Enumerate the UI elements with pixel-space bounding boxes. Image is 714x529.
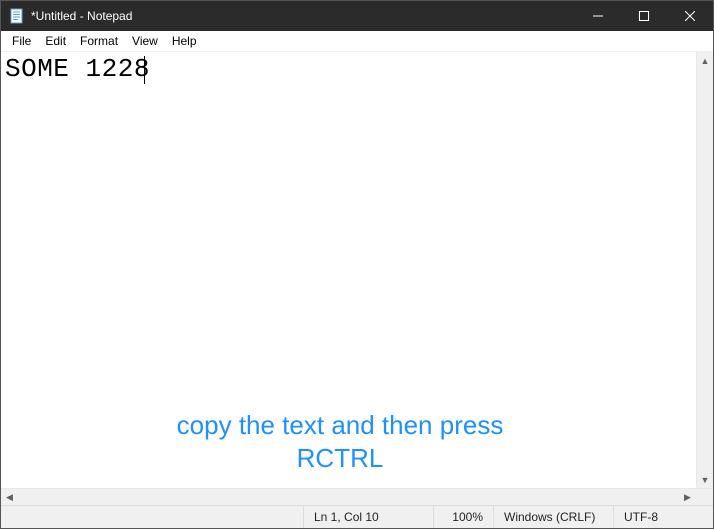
scroll-right-icon[interactable]: ▶ xyxy=(679,489,696,505)
scroll-down-icon[interactable]: ▼ xyxy=(697,471,713,488)
hscroll-track[interactable] xyxy=(18,489,679,505)
menu-file[interactable]: File xyxy=(5,32,38,50)
editor-content: SOME 1228 xyxy=(1,52,696,86)
menu-edit[interactable]: Edit xyxy=(38,32,73,50)
scroll-up-icon[interactable]: ▲ xyxy=(697,52,713,69)
text-caret xyxy=(144,56,145,84)
window-title: *Untitled - Notepad xyxy=(31,9,132,23)
scroll-left-icon[interactable]: ◀ xyxy=(1,489,18,505)
horizontal-scrollbar[interactable]: ◀ ▶ xyxy=(1,488,713,505)
minimize-button[interactable] xyxy=(575,1,621,31)
instruction-line-1: copy the text and then press xyxy=(1,409,679,442)
instruction-overlay: copy the text and then press RCTRL xyxy=(1,409,679,474)
menu-bar: File Edit Format View Help xyxy=(1,31,713,52)
menu-help[interactable]: Help xyxy=(165,32,204,50)
status-cursor-position: Ln 1, Col 10 xyxy=(303,506,433,528)
status-spacer xyxy=(1,506,303,528)
menu-view[interactable]: View xyxy=(125,32,165,50)
maximize-button[interactable] xyxy=(621,1,667,31)
status-line-ending: Windows (CRLF) xyxy=(493,506,613,528)
close-button[interactable] xyxy=(667,1,713,31)
text-editor[interactable]: SOME 1228 copy the text and then press R… xyxy=(1,52,696,488)
notepad-icon xyxy=(9,8,25,24)
title-bar[interactable]: *Untitled - Notepad xyxy=(1,1,713,31)
vertical-scrollbar[interactable]: ▲ ▼ xyxy=(696,52,713,488)
notepad-window: *Untitled - Notepad File Edit Format Vie… xyxy=(0,0,714,529)
status-encoding: UTF-8 xyxy=(613,506,713,528)
vscroll-track[interactable] xyxy=(697,69,713,471)
instruction-line-2: RCTRL xyxy=(1,442,679,475)
editor-area: SOME 1228 copy the text and then press R… xyxy=(1,52,713,488)
status-bar: Ln 1, Col 10 100% Windows (CRLF) UTF-8 xyxy=(1,505,713,528)
menu-format[interactable]: Format xyxy=(73,32,125,50)
resize-grip[interactable] xyxy=(696,489,713,505)
status-zoom: 100% xyxy=(433,506,493,528)
